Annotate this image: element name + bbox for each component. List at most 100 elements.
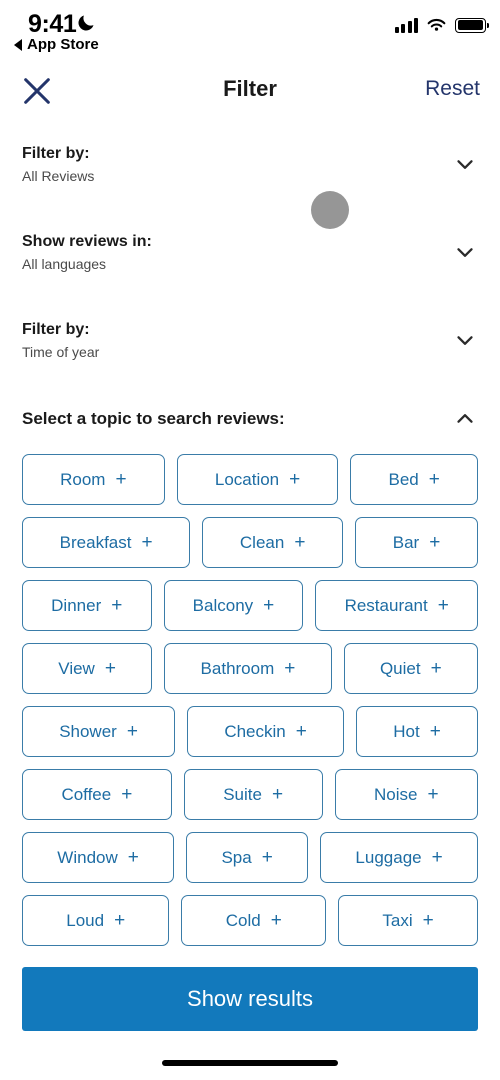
filter-section-title: Filter by:: [22, 320, 90, 338]
nav-bar: Filter Reset: [0, 62, 500, 120]
topic-chip-row: Loud + Cold + Taxi +: [22, 895, 478, 946]
topic-chip-row: Window + Spa + Luggage +: [22, 832, 479, 883]
topic-chip-label: Balcony: [192, 595, 254, 615]
topic-chip-clean[interactable]: Clean +: [202, 517, 344, 568]
filter-section-languages[interactable]: Show reviews in: All languages: [22, 208, 478, 296]
filter-section-texts: Filter by: Time of year: [22, 321, 99, 360]
topic-chip-shower[interactable]: Shower +: [22, 706, 176, 757]
plus-icon: +: [115, 469, 127, 490]
reset-button[interactable]: Reset: [425, 77, 480, 101]
topic-chip-label: Restaurant: [344, 595, 428, 615]
topic-chip-label: Quiet: [379, 658, 421, 678]
topic-chip-label: Coffee: [61, 784, 112, 804]
chevron-down-icon[interactable]: [452, 239, 478, 265]
topic-chip-label: Location: [214, 469, 280, 489]
chevron-up-icon[interactable]: [452, 406, 478, 432]
status-bar-time: 9:41: [28, 10, 77, 38]
status-bar-indicators: [394, 17, 490, 33]
plus-icon: +: [437, 595, 449, 616]
topic-chip-label: Checkin: [224, 721, 286, 741]
filter-section-time-of-year[interactable]: Filter by: Time of year: [22, 296, 478, 384]
plus-icon: +: [284, 658, 296, 679]
topic-chip-label: Shower: [59, 721, 117, 741]
topic-chip-label: Taxi: [382, 910, 413, 930]
topic-chip-hot[interactable]: Hot +: [356, 706, 478, 757]
plus-icon: +: [263, 595, 275, 616]
topic-chip-coffee[interactable]: Coffee +: [22, 769, 172, 820]
filter-sections: Filter by: All Reviews Show reviews in: …: [0, 120, 500, 384]
status-bar: 9:41 App Store: [0, 0, 500, 62]
plus-icon: +: [428, 469, 440, 490]
plus-icon: +: [429, 721, 441, 742]
topic-chip-label: Window: [57, 847, 118, 867]
plus-icon: +: [271, 784, 284, 805]
topic-chip-label: Loud: [66, 910, 105, 930]
topic-chip-label: Breakfast: [59, 532, 132, 552]
plus-icon: +: [270, 910, 282, 931]
topic-chip-row: Shower + Checkin + Hot +: [22, 706, 478, 757]
filter-section-title: Filter by:: [22, 144, 90, 162]
filter-section-texts: Filter by: All Reviews: [22, 145, 94, 184]
topic-chip-label: Cold: [225, 910, 261, 930]
wifi-icon: [427, 19, 446, 31]
chevron-down-icon[interactable]: [452, 327, 478, 353]
topic-chip-breakfast[interactable]: Breakfast +: [22, 517, 191, 568]
plus-icon: +: [289, 469, 301, 490]
topic-chip-window[interactable]: Window +: [22, 832, 175, 883]
chevron-down-icon[interactable]: [452, 151, 478, 177]
topic-chip-label: Bathroom: [200, 658, 275, 678]
plus-icon: +: [429, 532, 441, 553]
topic-chip-row: Room + Location + Bed +: [22, 454, 479, 505]
topic-chip-bar[interactable]: Bar +: [355, 517, 479, 568]
filter-section-texts: Show reviews in: All languages: [22, 233, 152, 272]
topic-chip-restaurant[interactable]: Restaurant +: [315, 580, 479, 631]
topic-chip-list: Room + Location + Bed + Breakfast + Clean + Bar + Di…: [0, 440, 500, 946]
home-indicator: [162, 1060, 338, 1066]
topic-chip-dinner[interactable]: Dinner +: [22, 580, 152, 631]
topic-chip-label: Room: [60, 469, 106, 489]
plus-icon: +: [127, 847, 139, 868]
filter-section-value: All Reviews: [22, 167, 95, 184]
topic-chip-label: Dinner: [51, 595, 102, 615]
topic-chip-label: Noise: [373, 784, 418, 804]
topic-chip-noise[interactable]: Noise +: [334, 769, 478, 820]
topic-section-header[interactable]: Select a topic to search reviews:: [0, 384, 500, 440]
topic-chip-suite[interactable]: Suite +: [183, 769, 323, 820]
moon-icon: [78, 15, 94, 31]
cellular-signal-icon: [394, 17, 418, 33]
topic-chip-room[interactable]: Room +: [22, 454, 165, 505]
back-to-app-store-button[interactable]: App Store: [14, 36, 99, 53]
filter-section-value: Time of year: [22, 343, 100, 360]
topic-chip-taxi[interactable]: Taxi +: [338, 895, 478, 946]
topic-chip-bathroom[interactable]: Bathroom +: [164, 643, 332, 694]
topic-chip-label: Bed: [388, 469, 419, 489]
topic-chip-label: Luggage: [355, 847, 422, 867]
topic-chip-spa[interactable]: Spa +: [186, 832, 309, 883]
topic-chip-bed[interactable]: Bed +: [350, 454, 479, 505]
topic-chip-label: Clean: [239, 532, 285, 552]
show-results-button[interactable]: Show results: [22, 967, 478, 1031]
topic-chip-cold[interactable]: Cold +: [181, 895, 327, 946]
back-triangle-icon: [14, 38, 22, 51]
topic-chip-row: Dinner + Balcony + Restaurant +: [22, 580, 479, 631]
topic-chip-luggage[interactable]: Luggage +: [320, 832, 479, 883]
topic-chip-label: Spa: [221, 847, 252, 867]
filter-section-title: Show reviews in:: [22, 232, 152, 250]
cursor-indicator: [311, 191, 349, 229]
plus-icon: +: [121, 784, 133, 805]
topic-chip-row: Coffee + Suite + Noise +: [22, 769, 478, 820]
topic-chip-checkin[interactable]: Checkin +: [187, 706, 345, 757]
plus-icon: +: [141, 532, 153, 553]
topic-chip-view[interactable]: View +: [22, 643, 153, 694]
topic-chip-location[interactable]: Location +: [176, 454, 339, 505]
filter-screen: 9:41 App Store Filter Reset Filter by: A…: [0, 0, 500, 1080]
topic-chip-quiet[interactable]: Quiet +: [343, 643, 478, 694]
plus-icon: +: [431, 847, 443, 868]
plus-icon: +: [111, 595, 123, 616]
back-label: App Store: [27, 36, 99, 53]
filter-section-all-reviews[interactable]: Filter by: All Reviews: [22, 120, 478, 208]
plus-icon: +: [104, 658, 116, 679]
topic-chip-loud[interactable]: Loud +: [22, 895, 170, 946]
plus-icon: +: [430, 658, 442, 679]
topic-chip-balcony[interactable]: Balcony +: [163, 580, 304, 631]
